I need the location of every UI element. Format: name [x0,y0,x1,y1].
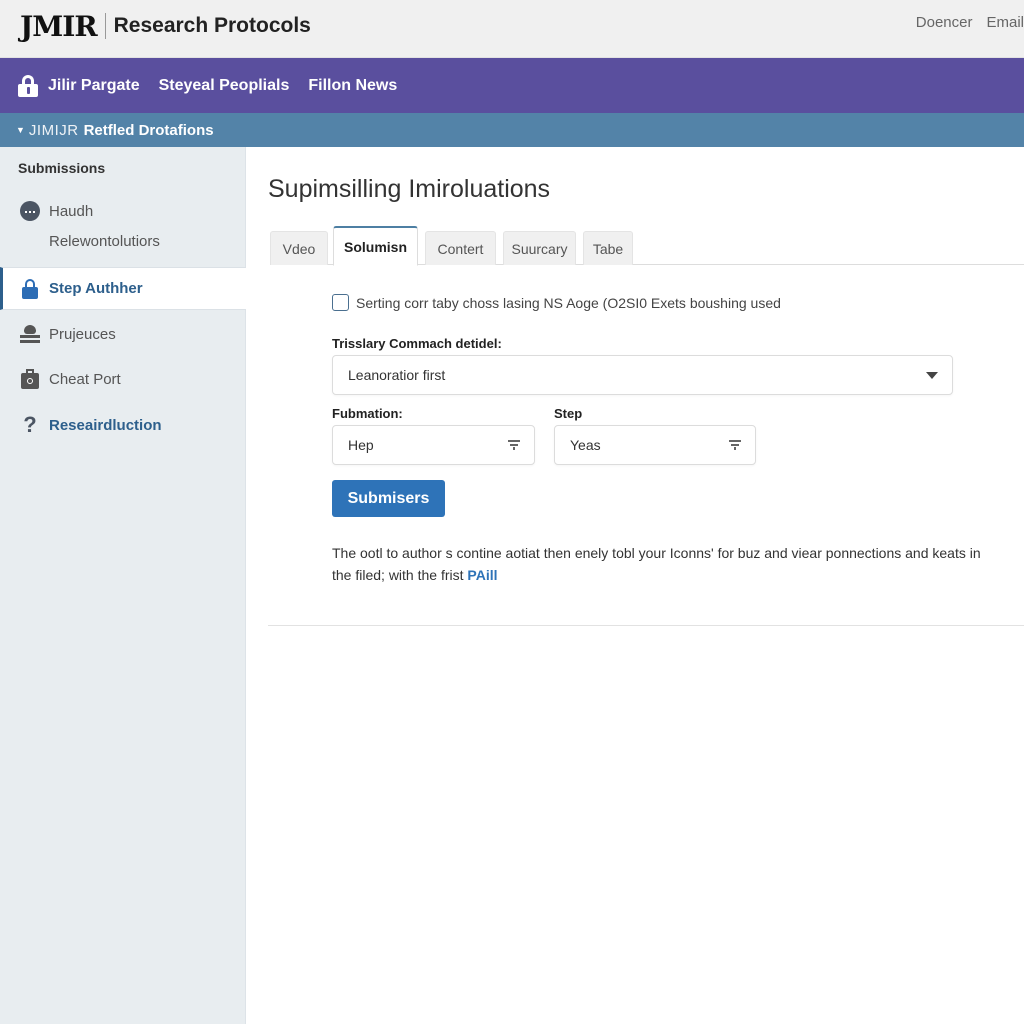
dropdown-filter-icon [729,440,741,450]
sidebar-item-label: Step Authher [49,280,143,297]
help-text: The ootl to author s contine aotiat then… [332,542,1024,586]
sidebar-item-step-authher[interactable]: Step Authher [0,267,246,310]
top-header: JMIR Research Protocols Doencer Email [0,0,1024,58]
consent-checkbox[interactable] [332,294,349,311]
banner-title: Retfled Drotafions [83,121,214,139]
nav-item-2[interactable]: Steyeal Peoplials [159,77,290,95]
briefcase-icon [20,369,40,389]
tab-contert[interactable]: Contert [425,231,496,265]
primary-select-value: Leanoratior first [348,367,446,383]
sidebar-item-haudh[interactable]: Haudh [0,191,246,231]
submit-button[interactable]: Submisers [332,480,445,517]
question-icon: ? [23,412,37,437]
sidebar: Submissions Haudh Relewontolutiors Step … [0,147,246,1024]
content-divider [268,625,1024,626]
nav-item-3[interactable]: Fillon News [308,77,397,95]
consent-checkbox-label: Serting corr taby choss lasing NS Aoge (… [356,294,781,311]
help-text-line-2-text: the filed; with the frist [332,567,468,583]
sidebar-item-label: Cheat Port [49,370,121,388]
primary-select-label: Trisslary Commach detidel: [332,336,502,351]
step-select-label: Step [554,406,583,421]
sidebar-item-label: Haudh [49,202,94,220]
sidebar-item-label: Prujeuces [49,325,116,343]
journal-name[interactable]: Research Protocols [114,14,311,38]
user-icon [20,324,40,344]
top-link-email[interactable]: Email [986,14,1024,31]
tab-tabe[interactable]: Tabe [583,231,633,265]
primary-select[interactable]: Leanoratior first [332,355,953,395]
main-nav: Jilir Pargate Steyeal Peoplials Fillon N… [0,58,1024,113]
dropdown-arrow-icon [926,372,938,379]
help-text-line-1: The ootl to author s contine aotiat then… [332,545,981,561]
main-content: Supimsilling Imiroluations Vdeo Solumisn… [246,147,1024,1024]
brand-divider [104,13,106,39]
formation-select-label: Fubmation: [332,406,403,421]
nav-item-1[interactable]: Jilir Pargate [48,77,140,95]
lock-icon [20,278,40,299]
sidebar-item-label: Reseairdluction [49,416,162,434]
formation-select[interactable]: Hep [332,425,535,465]
journal-logo[interactable]: JMIR [20,10,98,43]
tab-bar: Vdeo Solumisn Contert Suurcary Tabe [270,226,1024,266]
dashboard-icon [20,201,40,221]
consent-checkbox-row[interactable]: Serting corr taby choss lasing NS Aoge (… [332,294,781,311]
sidebar-item-relewontolutiors[interactable]: Relewontolutiors [49,233,160,250]
brand[interactable]: JMIR Research Protocols [20,6,311,46]
help-link[interactable]: PAill [467,567,497,583]
top-link-doencer[interactable]: Doencer [916,14,973,31]
banner-prefix: JIMIJR [28,121,79,139]
caret-down-icon[interactable]: ▼ [16,125,25,135]
tab-solumisn[interactable]: Solumisn [333,226,418,266]
dropdown-filter-icon [508,440,520,450]
tab-suurcary[interactable]: Suurcary [503,231,576,265]
step-select-value: Yeas [570,437,601,453]
top-links: Doencer Email [916,14,1024,31]
section-banner: ▼ JIMIJR Retfled Drotafions [0,113,1024,147]
page-title: Supimsilling Imiroluations [268,175,551,203]
help-text-line-2: the filed; with the frist PAill [332,564,1024,586]
step-select[interactable]: Yeas [554,425,756,465]
sidebar-item-reseairdluction[interactable]: ? Reseairdluction [0,405,246,445]
tab-vdeo[interactable]: Vdeo [270,231,328,265]
sidebar-item-cheat-port[interactable]: Cheat Port [0,359,246,399]
lock-icon [18,74,38,97]
sidebar-heading: Submissions [18,160,106,176]
formation-select-value: Hep [348,437,374,453]
sidebar-item-prujeuces[interactable]: Prujeuces [0,314,246,354]
